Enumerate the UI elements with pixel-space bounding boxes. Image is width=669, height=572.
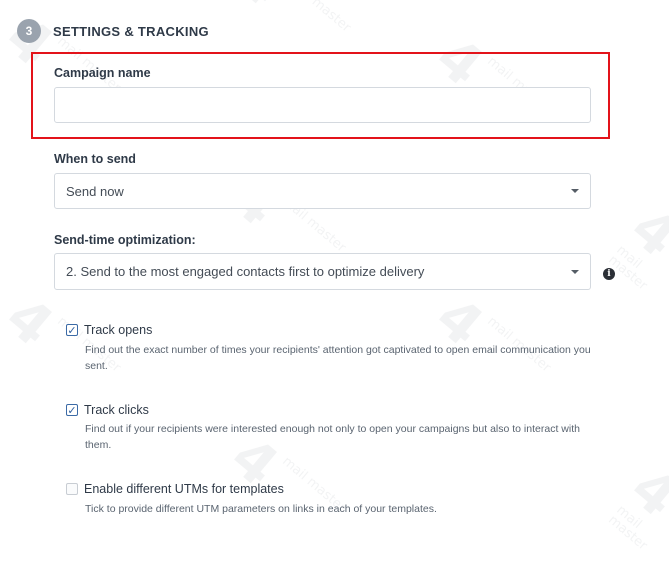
send-time-optimization-select[interactable]: 2. Send to the most engaged contacts fir… — [54, 253, 591, 290]
section-title: SETTINGS & TRACKING — [53, 23, 209, 39]
checkmark-icon: ✓ — [67, 323, 77, 337]
send-time-optimization-selected-value: 2. Send to the most engaged contacts fir… — [66, 264, 425, 279]
track-clicks-option[interactable]: ✓ Track clicks — [66, 403, 149, 417]
when-to-send-selected-value: Send now — [66, 183, 124, 199]
track-clicks-checkbox[interactable]: ✓ — [66, 404, 78, 416]
chevron-down-icon — [571, 269, 579, 274]
chevron-down-icon — [571, 189, 579, 193]
track-opens-description: Find out the exact number of times your … — [85, 344, 591, 372]
enable-utms-option[interactable]: Enable different UTMs for templates — [66, 482, 284, 496]
checkmark-icon: ✓ — [67, 403, 77, 417]
track-clicks-label: Track clicks — [84, 403, 149, 417]
watermark: 4mail master — [605, 195, 669, 294]
enable-utms-label: Enable different UTMs for templates — [84, 482, 284, 496]
track-clicks-description: Find out if your recipients were interes… — [85, 423, 580, 451]
campaign-name-input[interactable] — [54, 87, 591, 123]
track-opens-checkbox[interactable]: ✓ — [66, 324, 78, 336]
when-to-send-select[interactable]: Send now — [54, 173, 591, 209]
track-opens-label: Track opens — [84, 323, 153, 337]
campaign-name-label: Campaign name — [54, 66, 151, 80]
step-number-badge: 3 — [17, 19, 41, 43]
section-header: 3 SETTINGS & TRACKING — [17, 19, 209, 43]
info-circle-icon[interactable]: i — [603, 268, 615, 280]
enable-utms-checkbox[interactable] — [66, 483, 78, 495]
watermark: 4mail master — [605, 455, 669, 554]
when-to-send-label: When to send — [54, 152, 136, 166]
send-time-optimization-label: Send-time optimization: — [54, 233, 196, 247]
track-opens-option[interactable]: ✓ Track opens — [66, 323, 152, 337]
enable-utms-description: Tick to provide different UTM parameters… — [85, 503, 437, 515]
